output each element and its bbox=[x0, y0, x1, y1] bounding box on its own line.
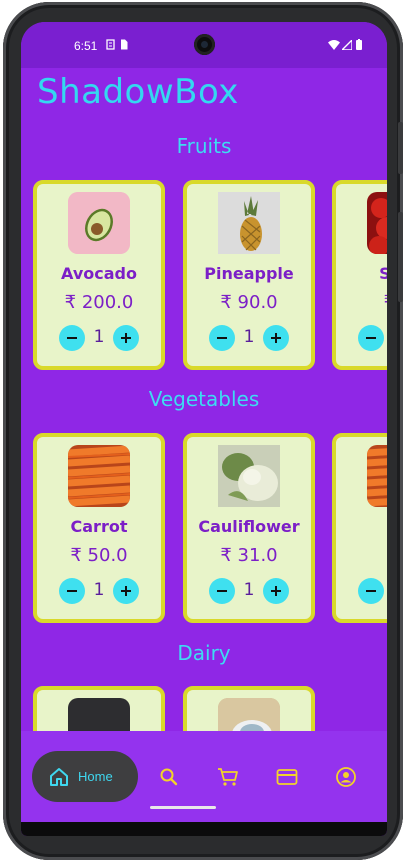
plus-icon bbox=[121, 586, 131, 596]
carrot-image bbox=[367, 445, 387, 507]
increase-button[interactable] bbox=[263, 578, 289, 604]
minus-icon bbox=[366, 337, 376, 339]
strawberry-image bbox=[367, 192, 387, 254]
system-navigation-bar bbox=[21, 822, 387, 836]
signal-icon bbox=[342, 40, 352, 50]
quantity-stepper bbox=[358, 578, 387, 604]
increase-button[interactable] bbox=[113, 578, 139, 604]
quantity-stepper: 1 bbox=[59, 325, 139, 351]
decrease-button[interactable] bbox=[59, 578, 85, 604]
status-bar: 6:51 bbox=[21, 22, 387, 68]
increase-button[interactable] bbox=[113, 325, 139, 351]
app-title: ShadowBox bbox=[37, 72, 239, 112]
quantity-stepper bbox=[358, 325, 387, 351]
decrease-button[interactable] bbox=[358, 325, 384, 351]
item-price: ₹ 200.0 bbox=[64, 292, 134, 313]
minus-icon bbox=[366, 590, 376, 592]
item-name: Ca bbox=[336, 517, 388, 536]
plus-icon bbox=[271, 333, 281, 343]
item-price: ₹ 31.0 bbox=[220, 545, 278, 566]
item-price: ₹ bbox=[336, 545, 387, 566]
home-gesture-indicator[interactable] bbox=[150, 806, 216, 809]
nav-home-button[interactable]: Home bbox=[32, 751, 138, 802]
wifi-icon bbox=[328, 40, 340, 50]
quantity-value: 1 bbox=[93, 327, 105, 347]
item-name: Pineapple bbox=[204, 264, 294, 283]
power-button bbox=[398, 122, 403, 174]
product-card-pineapple[interactable]: Pineapple ₹ 90.0 1 bbox=[183, 180, 315, 370]
product-card-strawberry[interactable]: Stra ₹ 4 bbox=[332, 180, 387, 370]
minus-icon bbox=[217, 590, 227, 592]
plus-icon bbox=[121, 333, 131, 343]
section-title-dairy: Dairy bbox=[177, 641, 231, 665]
item-name: Avocado bbox=[61, 264, 137, 283]
search-icon[interactable] bbox=[158, 766, 180, 788]
product-card-cauliflower[interactable]: Cauliflower ₹ 31.0 1 bbox=[183, 433, 315, 623]
plus-icon bbox=[271, 586, 281, 596]
cart-icon[interactable] bbox=[217, 766, 239, 788]
item-price: ₹ 50.0 bbox=[70, 545, 128, 566]
pineapple-image bbox=[218, 192, 280, 254]
home-icon bbox=[50, 767, 68, 786]
decrease-button[interactable] bbox=[209, 325, 235, 351]
screen: 6:51 ShadowBox Fruits Avocado ₹ 200.0 1 … bbox=[21, 22, 387, 836]
product-card-partial[interactable]: Ca ₹ bbox=[332, 433, 387, 623]
item-price: ₹ 4 bbox=[336, 292, 387, 313]
decrease-button[interactable] bbox=[59, 325, 85, 351]
storage-icon bbox=[106, 39, 115, 50]
quantity-value: 1 bbox=[243, 580, 255, 600]
fruits-row[interactable]: Avocado ₹ 200.0 1 Pineapple ₹ 90.0 1 S bbox=[33, 180, 387, 370]
minus-icon bbox=[67, 337, 77, 339]
quantity-value: 1 bbox=[93, 580, 105, 600]
decrease-button[interactable] bbox=[209, 578, 235, 604]
item-name: Cauliflower bbox=[198, 517, 300, 536]
section-title-vegetables: Vegetables bbox=[148, 387, 260, 411]
item-name: Stra bbox=[379, 264, 387, 283]
card-icon[interactable] bbox=[276, 766, 298, 788]
front-camera bbox=[194, 34, 215, 55]
battery-icon bbox=[356, 39, 362, 50]
quantity-stepper: 1 bbox=[209, 578, 289, 604]
cauliflower-image bbox=[218, 445, 280, 507]
quantity-stepper: 1 bbox=[59, 578, 139, 604]
minus-icon bbox=[217, 337, 227, 339]
product-card-avocado[interactable]: Avocado ₹ 200.0 1 bbox=[33, 180, 165, 370]
item-name: Carrot bbox=[70, 517, 128, 536]
minus-icon bbox=[67, 590, 77, 592]
profile-icon[interactable] bbox=[335, 766, 357, 788]
decrease-button[interactable] bbox=[358, 578, 384, 604]
sim-card-icon bbox=[121, 39, 128, 50]
status-time: 6:51 bbox=[74, 39, 98, 53]
section-title-fruits: Fruits bbox=[176, 134, 232, 158]
quantity-stepper: 1 bbox=[209, 325, 289, 351]
carrot-image bbox=[68, 445, 130, 507]
product-card-carrot[interactable]: Carrot ₹ 50.0 1 bbox=[33, 433, 165, 623]
item-price: ₹ 90.0 bbox=[220, 292, 278, 313]
increase-button[interactable] bbox=[263, 325, 289, 351]
quantity-value: 1 bbox=[243, 327, 255, 347]
volume-button bbox=[398, 212, 403, 302]
vegetables-row[interactable]: Carrot ₹ 50.0 1 Cauliflower ₹ 31.0 1 bbox=[33, 433, 387, 623]
avocado-image bbox=[68, 192, 130, 254]
nav-home-label: Home bbox=[78, 769, 113, 784]
